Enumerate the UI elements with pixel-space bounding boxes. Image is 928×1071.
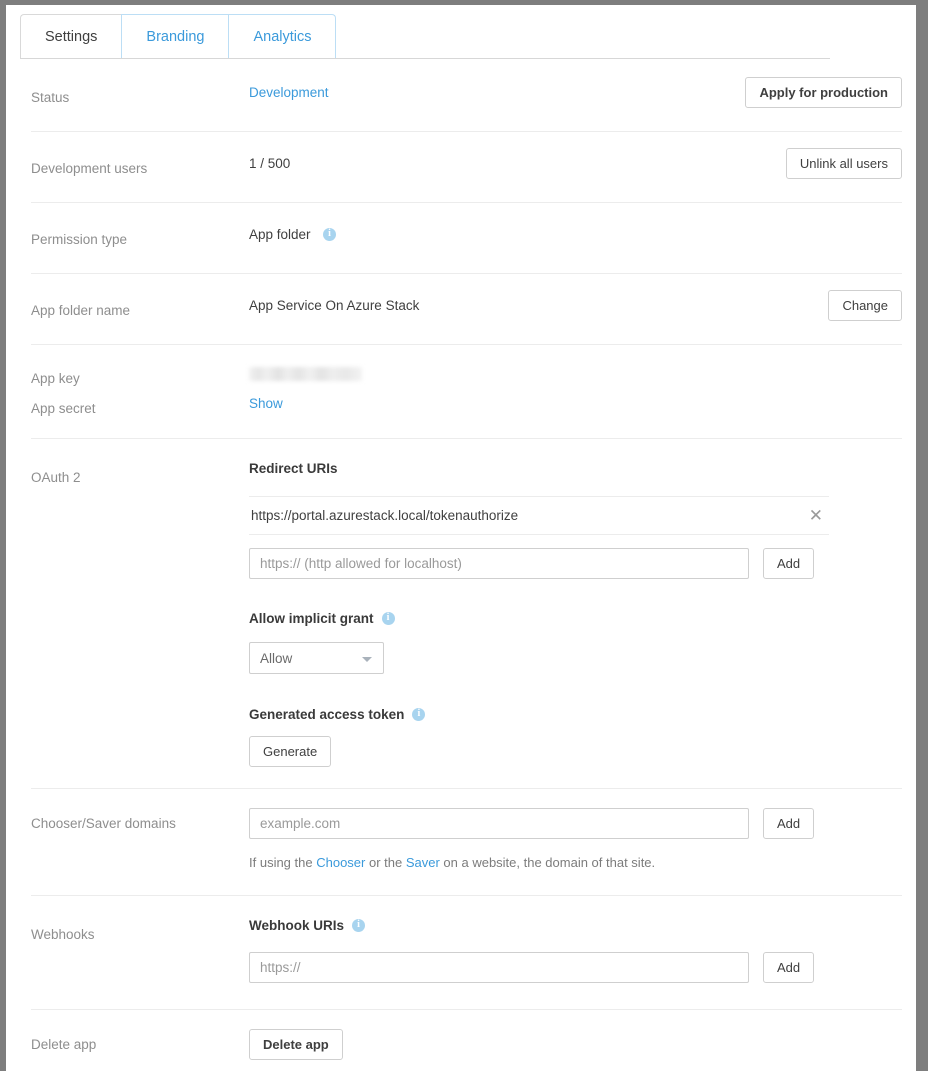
add-webhook-uri-row: Add — [249, 952, 892, 983]
row-permission-type-label: Permission type — [31, 203, 249, 249]
row-app-folder-name-body: App Service On Azure Stack — [249, 274, 818, 338]
chooser-doc-link[interactable]: Chooser — [316, 855, 365, 870]
implicit-grant-select[interactable]: Allow — [249, 642, 384, 674]
tab-list: Settings Branding Analytics — [20, 14, 336, 59]
redirect-uri-list: https://portal.azurestack.local/tokenaut… — [249, 496, 829, 535]
row-chooser-saver-domains: Chooser/Saver domains Add If using the C… — [31, 789, 902, 896]
webhook-uris-heading: Webhook URIs — [249, 918, 892, 933]
row-oauth2-body: Redirect URIs https://portal.azurestack.… — [249, 439, 892, 788]
redirect-uri-value: https://portal.azurestack.local/tokenaut… — [249, 508, 518, 523]
row-chooser-saver-action — [892, 789, 902, 805]
access-token-info-icon[interactable] — [412, 708, 425, 721]
helper-suffix: on a website, the domain of that site. — [440, 855, 655, 870]
row-app-folder-name-label: App folder name — [31, 274, 249, 320]
development-users-count: 1 / 500 — [249, 156, 290, 171]
row-delete-app-body: Delete app — [249, 1010, 892, 1071]
tab-analytics-label: Analytics — [253, 29, 311, 45]
row-permission-type-body: App folder — [249, 203, 892, 267]
generate-token-row: Generate — [249, 736, 892, 767]
row-app-credentials: App key App secret Show — [31, 345, 902, 439]
access-token-heading: Generated access token — [249, 707, 892, 722]
app-secret-label: App secret — [31, 399, 249, 418]
row-delete-app: Delete app Delete app — [31, 1010, 902, 1071]
tab-bar: Settings Branding Analytics — [20, 5, 916, 61]
row-chooser-saver-label: Chooser/Saver domains — [31, 789, 249, 833]
row-status-body: Development — [249, 61, 735, 125]
row-webhooks-action — [892, 896, 902, 912]
tab-branding-label: Branding — [146, 29, 204, 45]
row-oauth2: OAuth 2 Redirect URIs https://portal.azu… — [31, 439, 902, 789]
implicit-grant-info-icon[interactable] — [382, 612, 395, 625]
implicit-grant-heading-text: Allow implicit grant — [249, 611, 374, 626]
chooser-saver-input-row: Add — [249, 808, 892, 839]
tab-settings-label: Settings — [45, 29, 97, 45]
implicit-grant-selected-value: Allow — [260, 651, 292, 666]
show-app-secret-link[interactable]: Show — [249, 393, 283, 415]
webhook-uris-heading-text: Webhook URIs — [249, 918, 344, 933]
app-key-label: App key — [31, 369, 249, 399]
helper-prefix: If using the — [249, 855, 316, 870]
row-oauth2-action — [892, 439, 902, 455]
row-development-users: Development users 1 / 500 Unlink all use… — [31, 132, 902, 203]
row-delete-app-action — [892, 1010, 902, 1026]
row-webhooks-label: Webhooks — [31, 896, 249, 944]
status-value-link[interactable]: Development — [249, 85, 329, 100]
webhook-uris-info-icon[interactable] — [352, 919, 365, 932]
row-chooser-saver-body: Add If using the Chooser or the Saver on… — [249, 789, 892, 895]
app-settings-page: Settings Branding Analytics Status Devel… — [6, 5, 916, 1071]
row-permission-type-action — [892, 203, 902, 219]
add-chooser-saver-domain-button[interactable]: Add — [763, 808, 814, 839]
saver-doc-link[interactable]: Saver — [406, 855, 440, 870]
row-oauth2-label: OAuth 2 — [31, 439, 249, 487]
row-app-folder-name: App folder name App Service On Azure Sta… — [31, 274, 902, 345]
add-redirect-uri-row: Add — [249, 548, 892, 579]
row-webhooks: Webhooks Webhook URIs Add — [31, 896, 902, 1010]
window-frame: Settings Branding Analytics Status Devel… — [0, 0, 928, 1071]
app-folder-name-value: App Service On Azure Stack — [249, 298, 419, 313]
add-redirect-uri-button[interactable]: Add — [763, 548, 814, 579]
row-app-credentials-action — [892, 345, 902, 361]
row-app-credentials-labels: App key App secret — [31, 345, 249, 418]
tab-bar-divider — [20, 58, 830, 59]
row-status-label: Status — [31, 61, 249, 107]
row-status: Status Development Apply for production — [31, 61, 902, 132]
row-webhooks-body: Webhook URIs Add — [249, 896, 892, 1004]
tab-branding[interactable]: Branding — [121, 14, 229, 59]
access-token-heading-text: Generated access token — [249, 707, 404, 722]
redirect-uris-heading-text: Redirect URIs — [249, 461, 338, 476]
chooser-saver-helper-text: If using the Chooser or the Saver on a w… — [249, 852, 892, 874]
row-delete-app-label: Delete app — [31, 1010, 249, 1054]
permission-type-info-icon[interactable] — [323, 228, 336, 241]
tab-analytics[interactable]: Analytics — [228, 14, 336, 59]
row-permission-type: Permission type App folder — [31, 203, 902, 274]
row-app-folder-name-action: Change — [818, 274, 902, 321]
row-app-credentials-body: Show — [249, 345, 892, 436]
redirect-uri-item: https://portal.azurestack.local/tokenaut… — [249, 496, 829, 535]
app-key-redacted-value — [249, 367, 362, 381]
app-key-value-row — [249, 363, 892, 385]
webhook-uri-input[interactable] — [249, 952, 749, 983]
chevron-down-icon — [362, 657, 372, 662]
row-status-action: Apply for production — [735, 61, 902, 108]
remove-redirect-uri-close-icon[interactable]: ✕ — [803, 507, 829, 524]
unlink-all-users-button[interactable]: Unlink all users — [786, 148, 902, 179]
tab-settings[interactable]: Settings — [20, 14, 122, 59]
chooser-saver-domain-input[interactable] — [249, 808, 749, 839]
change-app-folder-button[interactable]: Change — [828, 290, 902, 321]
redirect-uris-heading: Redirect URIs — [249, 461, 892, 476]
implicit-grant-heading: Allow implicit grant — [249, 611, 892, 626]
row-development-users-label: Development users — [31, 132, 249, 178]
add-webhook-uri-button[interactable]: Add — [763, 952, 814, 983]
row-development-users-action: Unlink all users — [776, 132, 902, 179]
app-secret-value-row: Show — [249, 393, 892, 415]
helper-mid: or the — [365, 855, 405, 870]
settings-content: Status Development Apply for production … — [6, 61, 916, 1071]
apply-for-production-button[interactable]: Apply for production — [745, 77, 902, 108]
delete-app-button[interactable]: Delete app — [249, 1029, 343, 1060]
generate-access-token-button[interactable]: Generate — [249, 736, 331, 767]
row-development-users-body: 1 / 500 — [249, 132, 776, 196]
permission-type-value: App folder — [249, 227, 311, 242]
redirect-uri-input[interactable] — [249, 548, 749, 579]
